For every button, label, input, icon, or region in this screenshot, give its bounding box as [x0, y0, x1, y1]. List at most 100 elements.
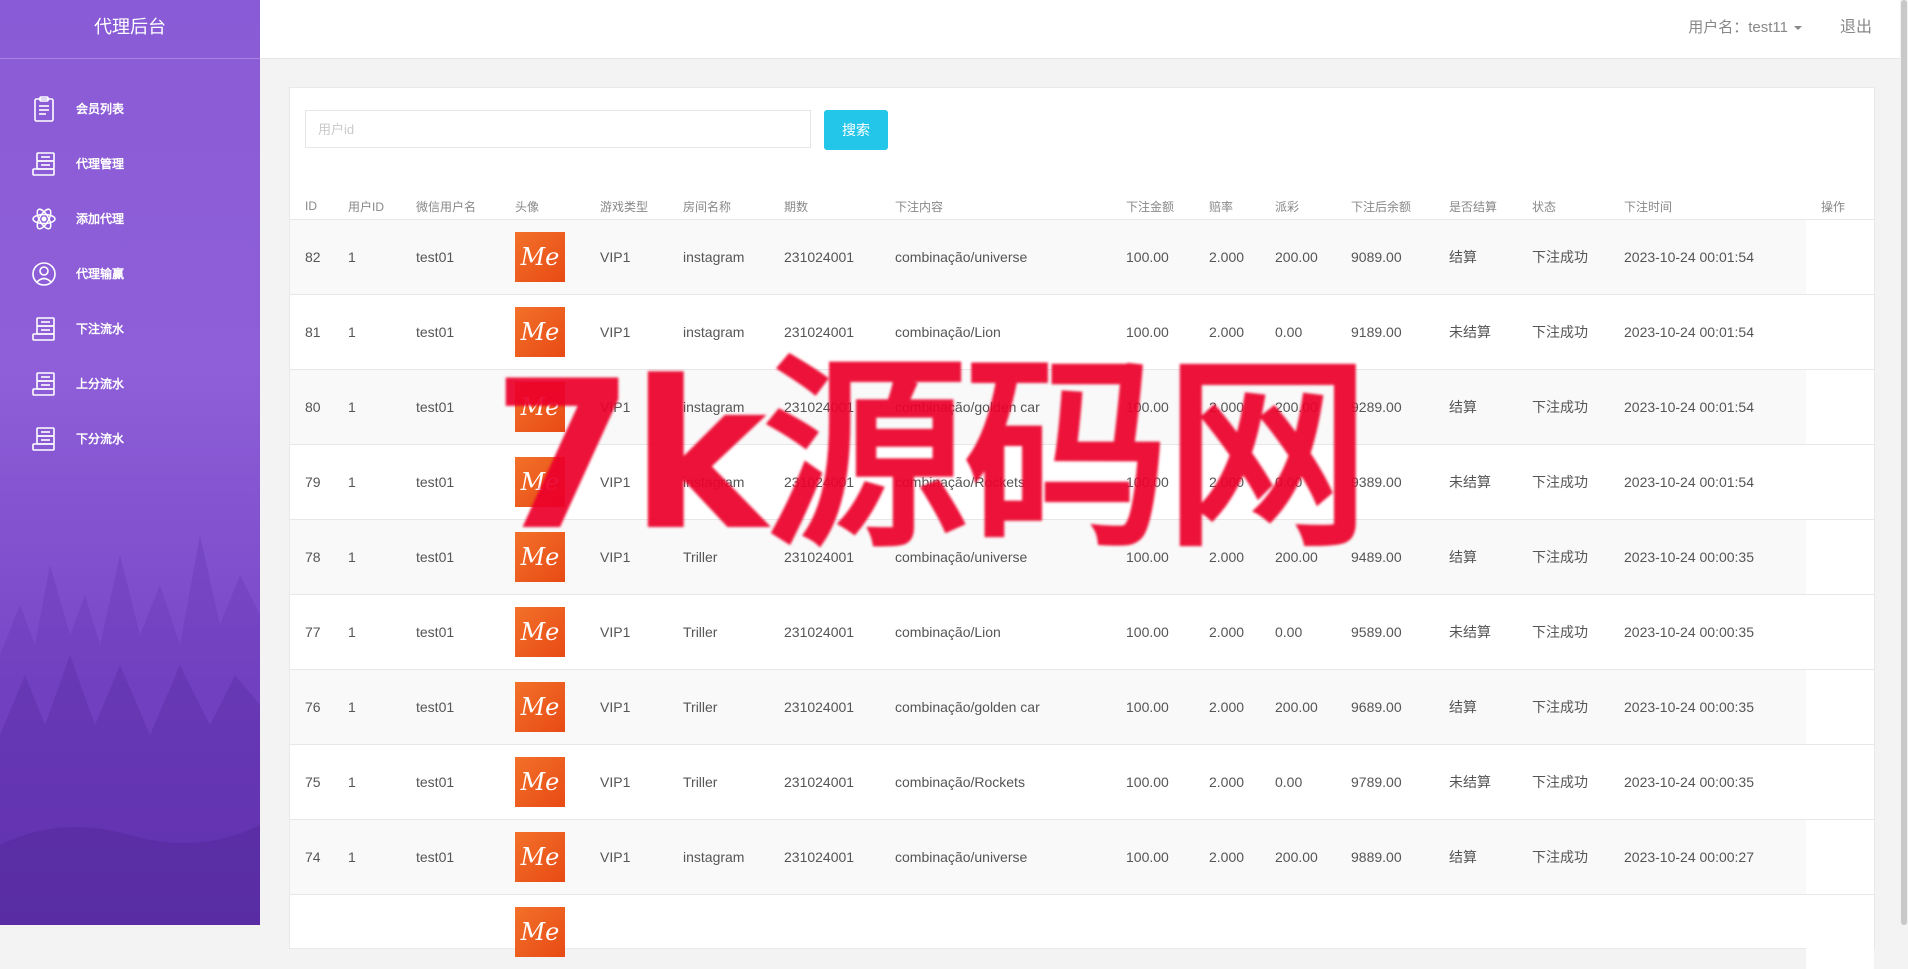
cell-settled: 结算	[1434, 370, 1517, 445]
cell-amount: 100.00	[1111, 520, 1194, 595]
avatar: Me	[515, 307, 565, 357]
cell-wechat-name: test01	[401, 820, 500, 895]
sidebar-item-member-list[interactable]: 会员列表	[0, 81, 260, 136]
chevron-down-icon	[1794, 26, 1802, 30]
cell-odds: 2.000	[1194, 295, 1260, 370]
cell-balance: 9389.00	[1336, 445, 1434, 520]
sidebar-item-label: 上分流水	[76, 375, 124, 392]
sidebar-item-label: 会员列表	[76, 100, 124, 117]
cell-wechat-name: test01	[401, 295, 500, 370]
cell-content: combinação/Lion	[880, 295, 1111, 370]
cell-time: 2023-10-24 00:00:35	[1609, 670, 1806, 745]
cell-actions	[1806, 595, 1874, 670]
cell-time: 2023-10-24 00:00:35	[1609, 595, 1806, 670]
cell-content: combinação/Rockets	[880, 445, 1111, 520]
cell-period: 231024001	[769, 445, 880, 520]
cell-payout: 0.00	[1260, 745, 1336, 820]
table-cell	[333, 895, 401, 969]
column-header: 游戏类型	[585, 193, 668, 220]
cell-status: 下注成功	[1517, 670, 1609, 745]
sidebar-item-agent-management[interactable]: 代理管理	[0, 136, 260, 191]
cell-game-type: VIP1	[585, 370, 668, 445]
cell-wechat-name: test01	[401, 520, 500, 595]
cell-time: 2023-10-24 00:00:35	[1609, 520, 1806, 595]
cell-id: 78	[290, 520, 333, 595]
table-row: 771test01MeVIP1Triller231024001combinaçã…	[290, 595, 1874, 670]
user-menu[interactable]: 用户名：test11	[1688, 0, 1802, 55]
cell-wechat-name: test01	[401, 220, 500, 295]
cell-game-type: VIP1	[585, 670, 668, 745]
search-button[interactable]: 搜索	[824, 110, 888, 150]
cell-status: 下注成功	[1517, 595, 1609, 670]
column-header: 头像	[500, 193, 585, 220]
cell-settled: 结算	[1434, 670, 1517, 745]
avatar: Me	[515, 232, 565, 282]
avatar: Me	[515, 457, 565, 507]
logout-link[interactable]: 退出	[1840, 0, 1872, 55]
search-input[interactable]	[305, 110, 811, 148]
table-cell	[1260, 895, 1336, 969]
page-scrollbar[interactable]	[1900, 0, 1908, 925]
cell-payout: 0.00	[1260, 295, 1336, 370]
table-cell	[1609, 895, 1806, 969]
cell-user-id: 1	[333, 520, 401, 595]
cell-actions	[1806, 370, 1874, 445]
cell-room: instagram	[668, 220, 769, 295]
cell-odds: 2.000	[1194, 670, 1260, 745]
sidebar-item-add-agent[interactable]: 添加代理	[0, 191, 260, 246]
cell-status: 下注成功	[1517, 445, 1609, 520]
sidebar-item-credit-flow[interactable]: 上分流水	[0, 356, 260, 411]
avatar-cell: Me	[500, 745, 585, 820]
table-row: 741test01MeVIP1instagram231024001combina…	[290, 820, 1874, 895]
sidebar-item-agent-winloss[interactable]: 代理输赢	[0, 246, 260, 301]
table-row: 811test01MeVIP1instagram231024001combina…	[290, 295, 1874, 370]
sidebar-item-bet-flow[interactable]: 下注流水	[0, 301, 260, 356]
column-header: 操作	[1806, 193, 1874, 220]
cell-game-type: VIP1	[585, 820, 668, 895]
cell-amount: 100.00	[1111, 670, 1194, 745]
cell-user-id: 1	[333, 745, 401, 820]
cell-content: combinação/Lion	[880, 595, 1111, 670]
avatar: Me	[515, 832, 565, 882]
column-header: 用户ID	[333, 193, 401, 220]
cell-time: 2023-10-24 00:00:35	[1609, 745, 1806, 820]
table-cell	[1336, 895, 1434, 969]
column-header: 期数	[769, 193, 880, 220]
avatar-cell: Me	[500, 220, 585, 295]
table-cell	[401, 895, 500, 969]
column-header: 微信用户名	[401, 193, 500, 220]
sidebar-item-label: 下注流水	[76, 320, 124, 337]
scrollbar-thumb[interactable]	[1901, 0, 1907, 925]
cell-settled: 结算	[1434, 820, 1517, 895]
forest-background	[0, 405, 260, 925]
cell-status: 下注成功	[1517, 370, 1609, 445]
cell-content: combinação/golden car	[880, 670, 1111, 745]
cell-game-type: VIP1	[585, 745, 668, 820]
table-cell	[1517, 895, 1609, 969]
table-cell	[1111, 895, 1194, 969]
cell-status: 下注成功	[1517, 220, 1609, 295]
avatar-cell: Me	[500, 670, 585, 745]
cell-wechat-name: test01	[401, 595, 500, 670]
cell-user-id: 1	[333, 595, 401, 670]
cell-wechat-name: test01	[401, 370, 500, 445]
cell-odds: 2.000	[1194, 820, 1260, 895]
table-cell	[880, 895, 1111, 969]
table-cell	[769, 895, 880, 969]
avatar: Me	[515, 607, 565, 657]
cell-period: 231024001	[769, 670, 880, 745]
cell-actions	[1806, 520, 1874, 595]
cell-room: instagram	[668, 445, 769, 520]
table-row-partial: Me	[290, 895, 1874, 969]
cell-balance: 9089.00	[1336, 220, 1434, 295]
sidebar: 代理后台 会员列表 代理管理 添加代理 代理输赢 下注流水 上分流水 下分流水	[0, 0, 260, 925]
cell-time: 2023-10-24 00:00:27	[1609, 820, 1806, 895]
cell-id: 79	[290, 445, 333, 520]
cell-id: 77	[290, 595, 333, 670]
cell-content: combinação/universe	[880, 820, 1111, 895]
avatar: Me	[515, 682, 565, 732]
cell-room: Triller	[668, 670, 769, 745]
sidebar-item-debit-flow[interactable]: 下分流水	[0, 411, 260, 466]
cell-settled: 结算	[1434, 220, 1517, 295]
cell-odds: 2.000	[1194, 370, 1260, 445]
